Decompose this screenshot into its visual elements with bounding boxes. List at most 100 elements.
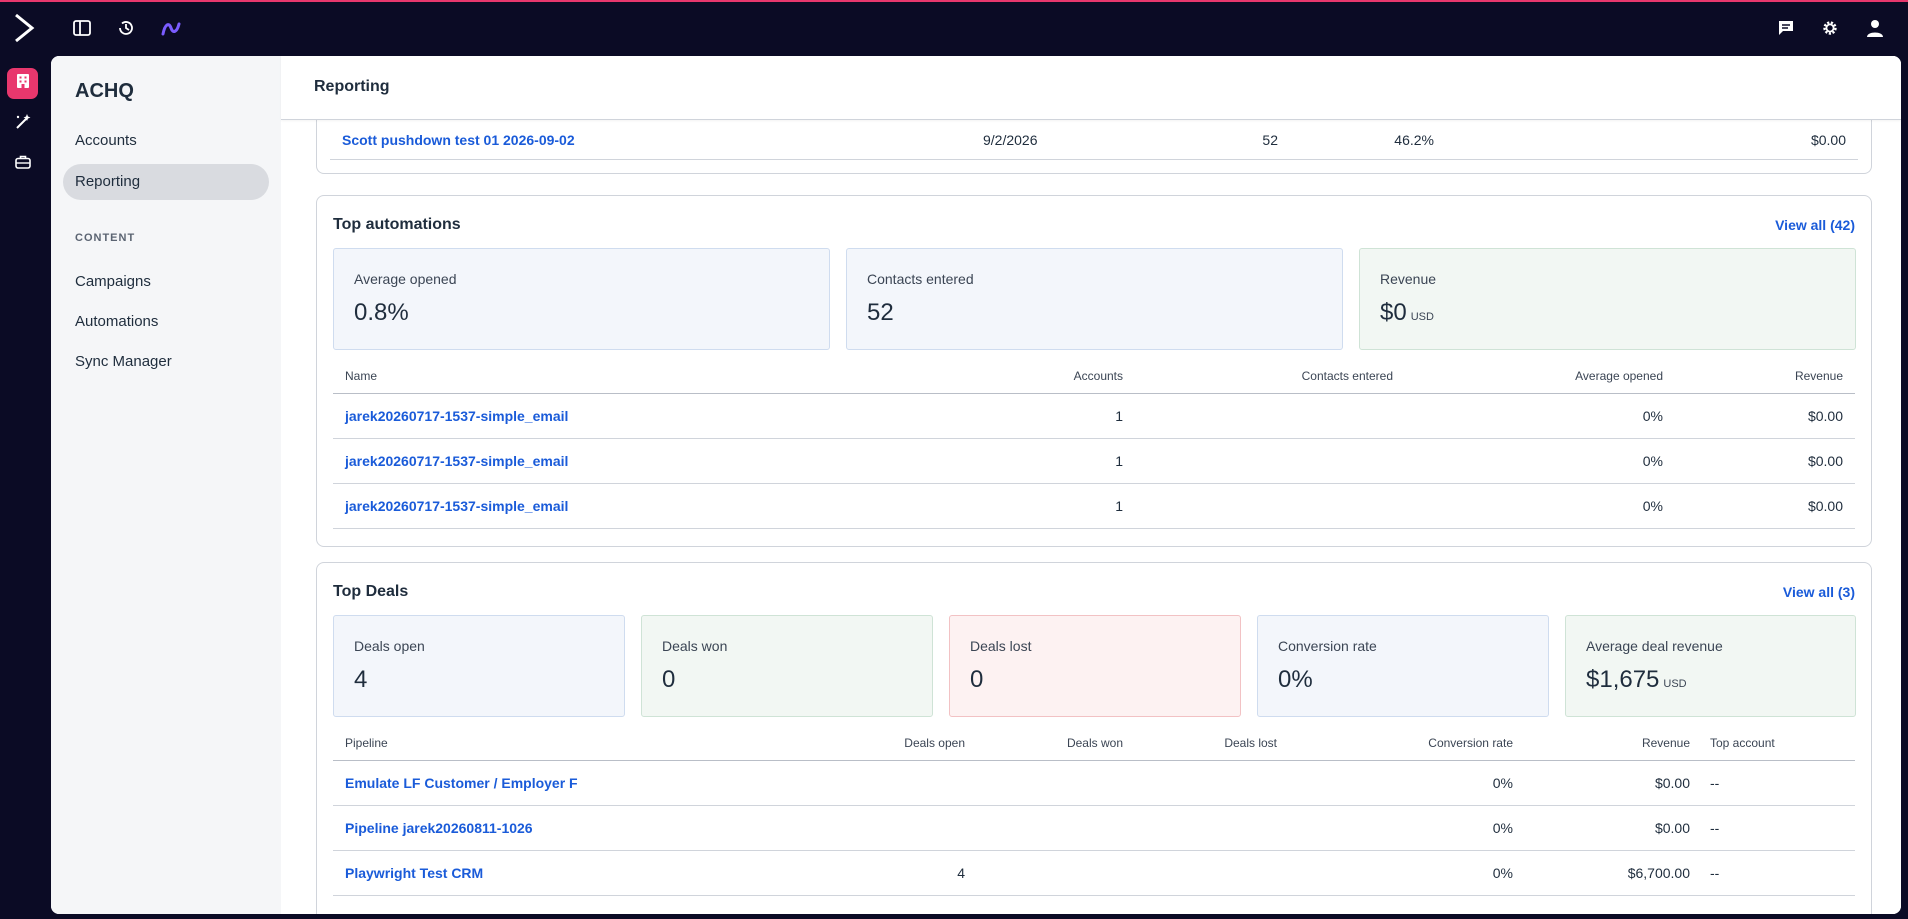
stat-contacts-entered: Contacts entered 52 <box>846 248 1343 350</box>
campaign-revenue: $0.00 <box>1810 131 1846 148</box>
logo-chevron-icon[interactable] <box>10 12 38 44</box>
pipeline-deals-open <box>833 806 965 850</box>
stat-value: $0 USD <box>1380 299 1434 326</box>
table-row: jarek20260717-1537-simple_email 1 0% $0.… <box>333 394 1855 439</box>
rail-accounts[interactable] <box>7 68 38 99</box>
automation-opened: 0% <box>1642 498 1663 514</box>
pipeline-link[interactable]: Emulate LF Customer / Employer F <box>345 775 578 791</box>
campaign-link[interactable]: Scott pushdown test 01 2026-09-02 <box>342 132 575 148</box>
top-automations-card: Top automations View all (42) Average op… <box>316 195 1872 547</box>
pipeline-link[interactable]: Pipeline jarek20260811-1026 <box>345 820 533 836</box>
stat-conversion-rate: Conversion rate 0% <box>1257 615 1549 717</box>
table-header: Name Accounts Contacts entered Average o… <box>333 358 1855 394</box>
rail-briefcase[interactable] <box>7 149 38 180</box>
table-row: jarek20260717-1537-simple_email 1 0% $0.… <box>333 439 1855 484</box>
view-all-automations-link[interactable]: View all (42) <box>1775 217 1855 233</box>
stat-deals-open: Deals open 4 <box>333 615 625 717</box>
col-deals-won[interactable]: Deals won <box>993 725 1123 760</box>
pipeline-conversion: 0% <box>1492 775 1513 791</box>
stat-value: 0 <box>970 666 984 693</box>
automation-link[interactable]: jarek20260717-1537-simple_email <box>345 408 568 424</box>
app-window: ACHQ Accounts Reporting CONTENT Campaign… <box>51 56 1901 914</box>
table-row: Playwright Test CRM 4 0% $6,700.00 -- <box>333 851 1855 896</box>
sidebar-item-accounts[interactable]: Accounts <box>63 123 269 159</box>
brand-logo-icon[interactable] <box>160 18 182 38</box>
page-title: Reporting <box>314 78 390 95</box>
stat-deals-lost: Deals lost 0 <box>949 615 1241 717</box>
col-deals-lost[interactable]: Deals lost <box>1147 725 1277 760</box>
user-icon[interactable] <box>1864 17 1886 39</box>
col-deals-open[interactable]: Deals open <box>833 725 965 760</box>
stat-value: 4 <box>354 666 368 693</box>
stat-revenue: Revenue $0 USD <box>1359 248 1856 350</box>
stat-label: Deals lost <box>970 638 1032 654</box>
automation-accounts: 1 <box>1115 408 1123 424</box>
pipeline-deals-won <box>993 806 1123 850</box>
automation-accounts: 1 <box>1115 498 1123 514</box>
col-accounts[interactable]: Accounts <box>1023 358 1123 393</box>
stat-label: Average opened <box>354 271 457 287</box>
side-navigation: ACHQ Accounts Reporting CONTENT Campaign… <box>51 56 281 914</box>
automation-link[interactable]: jarek20260717-1537-simple_email <box>345 453 568 469</box>
pipeline-deals-open: 4 <box>957 865 965 881</box>
pipeline-revenue: $0.00 <box>1654 775 1690 791</box>
col-pipeline[interactable]: Pipeline <box>345 725 388 760</box>
card-title: Top Deals <box>333 583 409 600</box>
stat-value: $1,675 USD <box>1586 666 1687 693</box>
table-row: Pipeline jarek20260811-1026 0% $0.00 -- <box>333 806 1855 851</box>
col-revenue[interactable]: Revenue <box>1543 725 1690 760</box>
view-all-deals-link[interactable]: View all (3) <box>1783 584 1855 600</box>
table-row: jarek20260717-1537-simple_email 1 0% $0.… <box>333 484 1855 529</box>
stat-value: 0% <box>1278 666 1313 693</box>
col-contacts-entered[interactable]: Contacts entered <box>1193 358 1393 393</box>
sidebar-toggle-icon[interactable] <box>72 18 92 38</box>
col-revenue[interactable]: Revenue <box>1693 358 1843 393</box>
sidebar-item-sync-manager[interactable]: Sync Manager <box>63 344 269 380</box>
col-conversion-rate[interactable]: Conversion rate <box>1333 725 1513 760</box>
campaign-date: 9/2/2026 <box>983 131 1038 148</box>
automation-opened: 0% <box>1642 453 1663 469</box>
app-rail <box>0 56 51 919</box>
pipeline-revenue: $6,700.00 <box>1627 865 1690 881</box>
sidebar-item-reporting[interactable]: Reporting <box>63 164 269 200</box>
pipeline-top-account: -- <box>1710 865 1720 881</box>
table-row: Emulate LF Customer / Employer F 0% $0.0… <box>333 761 1855 806</box>
top-deals-card: Top Deals View all (3) Deals open 4 Deal… <box>316 562 1872 914</box>
stat-average-deal-revenue: Average deal revenue $1,675 USD <box>1565 615 1856 717</box>
stat-label: Revenue <box>1380 271 1437 287</box>
col-name[interactable]: Name <box>345 358 377 393</box>
sidebar-item-automations[interactable]: Automations <box>63 304 269 340</box>
building-icon <box>16 73 30 94</box>
pipeline-deals-lost <box>1147 761 1277 805</box>
pipeline-deals-won <box>993 851 1123 895</box>
sidebar-title: ACHQ <box>75 80 134 102</box>
sidebar-item-campaigns[interactable]: Campaigns <box>63 264 269 300</box>
stat-value: 0.8% <box>354 299 409 326</box>
chat-icon[interactable] <box>1776 18 1796 38</box>
rail-tools[interactable] <box>7 109 38 140</box>
automation-contacts <box>1193 439 1393 483</box>
card-title: Top automations <box>333 216 461 233</box>
briefcase-icon <box>14 155 31 174</box>
automation-contacts <box>1193 484 1393 528</box>
pipeline-conversion: 0% <box>1492 820 1513 836</box>
gear-icon[interactable] <box>1820 18 1840 38</box>
history-icon[interactable] <box>116 18 136 38</box>
stat-value: 0 <box>662 666 676 693</box>
col-average-opened[interactable]: Average opened <box>1463 358 1663 393</box>
stat-unit: USD <box>1410 311 1434 323</box>
stat-label: Average deal revenue <box>1586 638 1723 654</box>
col-top-account[interactable]: Top account <box>1710 725 1775 760</box>
stat-average-opened: Average opened 0.8% <box>333 248 830 350</box>
stat-deals-won: Deals won 0 <box>641 615 933 717</box>
sidebar-section-content: CONTENT <box>75 232 136 244</box>
automation-link[interactable]: jarek20260717-1537-simple_email <box>345 498 568 514</box>
campaign-percent: 46.2% <box>1394 131 1434 148</box>
automation-revenue: $0.00 <box>1807 453 1843 469</box>
pipeline-link[interactable]: Playwright Test CRM <box>345 865 483 881</box>
automation-revenue: $0.00 <box>1807 408 1843 424</box>
automation-opened: 0% <box>1642 408 1663 424</box>
pipeline-conversion: 0% <box>1492 865 1513 881</box>
table-header: Pipeline Deals open Deals won Deals lost… <box>333 725 1855 761</box>
automation-revenue: $0.00 <box>1807 498 1843 514</box>
